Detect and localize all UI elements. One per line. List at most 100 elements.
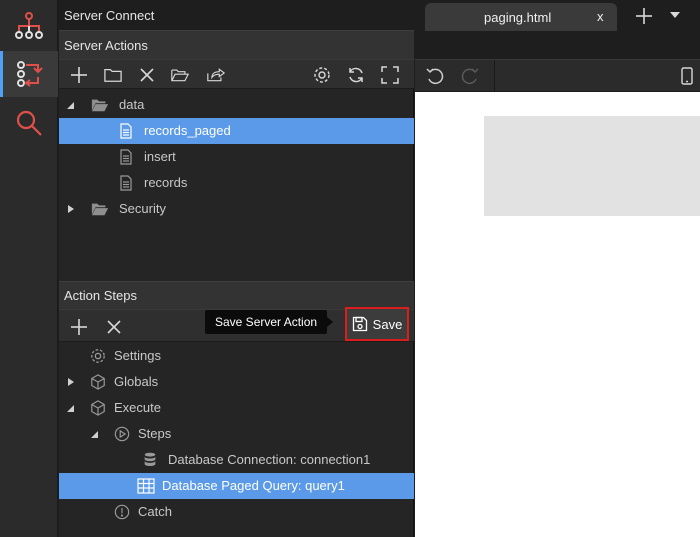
caret-right-icon[interactable] (66, 204, 76, 214)
step-item-globals[interactable]: Globals (59, 369, 414, 395)
close-icon (140, 68, 154, 82)
gear-icon (314, 67, 330, 83)
expand-button[interactable] (381, 66, 399, 84)
tree-item-records[interactable]: records (59, 170, 414, 196)
save-button[interactable]: Save (345, 307, 409, 341)
step-item-catch[interactable]: Catch (59, 499, 414, 525)
activity-rail (0, 0, 58, 537)
action-steps-header: Action Steps (59, 281, 414, 309)
folder-open-icon (91, 203, 109, 216)
sitemap-icon (13, 10, 45, 42)
step-item-label: Database Connection: connection1 (168, 452, 371, 467)
share-icon (207, 68, 225, 82)
mobile-icon (681, 67, 693, 85)
action-steps-title: Action Steps (64, 288, 137, 303)
panel-title: Server Connect (59, 0, 414, 30)
file-icon (120, 149, 132, 165)
server-connect-button[interactable] (0, 51, 58, 97)
undo-icon (426, 68, 444, 85)
tree-item-insert[interactable]: insert (59, 144, 414, 170)
mobile-view-button[interactable] (681, 67, 693, 85)
server-actions-toolbar (59, 59, 414, 89)
settings-button[interactable] (313, 66, 331, 84)
plus-icon (636, 8, 652, 24)
server-actions-tree: data records_paged insert records Securi… (59, 91, 414, 280)
tree-item-label: insert (144, 149, 176, 164)
delete-button[interactable] (138, 66, 156, 84)
refresh-button[interactable] (347, 66, 365, 84)
new-folder-button[interactable] (104, 66, 122, 84)
file-icon (120, 123, 132, 139)
tab-menu-button[interactable] (669, 10, 681, 20)
caret-down-icon[interactable] (89, 429, 99, 439)
caret-down-icon[interactable] (65, 100, 75, 110)
step-item-db-connection[interactable]: Database Connection: connection1 (59, 447, 414, 473)
tree-item-records-paged[interactable]: records_paged (59, 118, 414, 144)
step-item-label: Settings (114, 348, 161, 363)
cube-icon (91, 374, 105, 390)
add-action-button[interactable] (70, 66, 88, 84)
step-item-label: Execute (114, 400, 161, 415)
remove-step-button[interactable] (105, 318, 123, 336)
step-item-label: Globals (114, 374, 159, 389)
editor-header-strip (415, 31, 700, 59)
editor-toolbar (415, 59, 700, 92)
tree-item-security[interactable]: Security (59, 196, 414, 222)
search-icon (13, 107, 45, 139)
tree-item-data[interactable]: data (59, 92, 414, 118)
step-item-steps[interactable]: Steps (59, 421, 414, 447)
tooltip-text: Save Server Action (215, 315, 318, 329)
plus-icon (71, 67, 87, 83)
play-circle-icon (114, 426, 130, 442)
action-steps-tree: Settings Globals Execute Steps Database … (59, 343, 414, 537)
caret-down-icon (670, 12, 680, 18)
gear-icon (91, 349, 105, 363)
step-item-paged-query[interactable]: Database Paged Query: query1 (59, 473, 414, 499)
floppy-disk-icon (352, 316, 367, 332)
panel-title-text: Server Connect (64, 7, 155, 23)
undo-button[interactable] (425, 66, 445, 86)
tree-item-label: records_paged (144, 123, 231, 138)
redo-icon (461, 68, 479, 85)
refresh-icon (349, 67, 363, 83)
server-actions-header: Server Actions (59, 30, 414, 59)
plus-icon (71, 319, 87, 335)
folder-icon (104, 68, 122, 82)
save-label: Save (372, 316, 403, 332)
step-item-label: Database Paged Query: query1 (162, 478, 345, 493)
table-icon (137, 478, 155, 494)
tab-title: paging.html (484, 10, 552, 25)
step-item-execute[interactable]: Execute (59, 395, 414, 421)
expand-icon (381, 66, 399, 84)
save-tooltip: Save Server Action (205, 310, 334, 334)
close-icon (107, 320, 121, 334)
server-connect-icon (12, 57, 46, 91)
tree-item-label: data (119, 97, 145, 112)
caret-down-icon[interactable] (65, 403, 75, 413)
tab-paging-html[interactable]: paging.html x (425, 3, 617, 31)
toolbar-divider (494, 60, 495, 92)
export-button[interactable] (207, 66, 225, 84)
sitemap-button[interactable] (0, 3, 58, 49)
redo-button[interactable] (460, 66, 480, 86)
new-tab-button[interactable] (635, 7, 653, 25)
server-actions-title: Server Actions (64, 37, 148, 53)
file-icon (120, 175, 132, 191)
database-icon (144, 452, 156, 466)
step-item-settings[interactable]: Settings (59, 343, 414, 369)
add-step-button[interactable] (70, 318, 88, 336)
caret-right-icon[interactable] (66, 377, 76, 387)
tab-close-button[interactable]: x (597, 9, 604, 24)
search-button[interactable] (0, 100, 58, 146)
server-connect-panel: Server Connect Server Actions data recor… (59, 0, 414, 537)
step-item-label: Catch (138, 504, 172, 519)
tree-item-label: records (144, 175, 188, 190)
open-folder-button[interactable] (171, 66, 189, 84)
folder-open-icon (91, 99, 109, 112)
cube-icon (91, 400, 105, 416)
folder-open-icon (171, 69, 189, 82)
alert-circle-icon (114, 504, 130, 520)
canvas-placeholder-block[interactable] (484, 116, 700, 216)
tree-item-label: Security (119, 201, 166, 216)
step-item-label: Steps (138, 426, 172, 441)
